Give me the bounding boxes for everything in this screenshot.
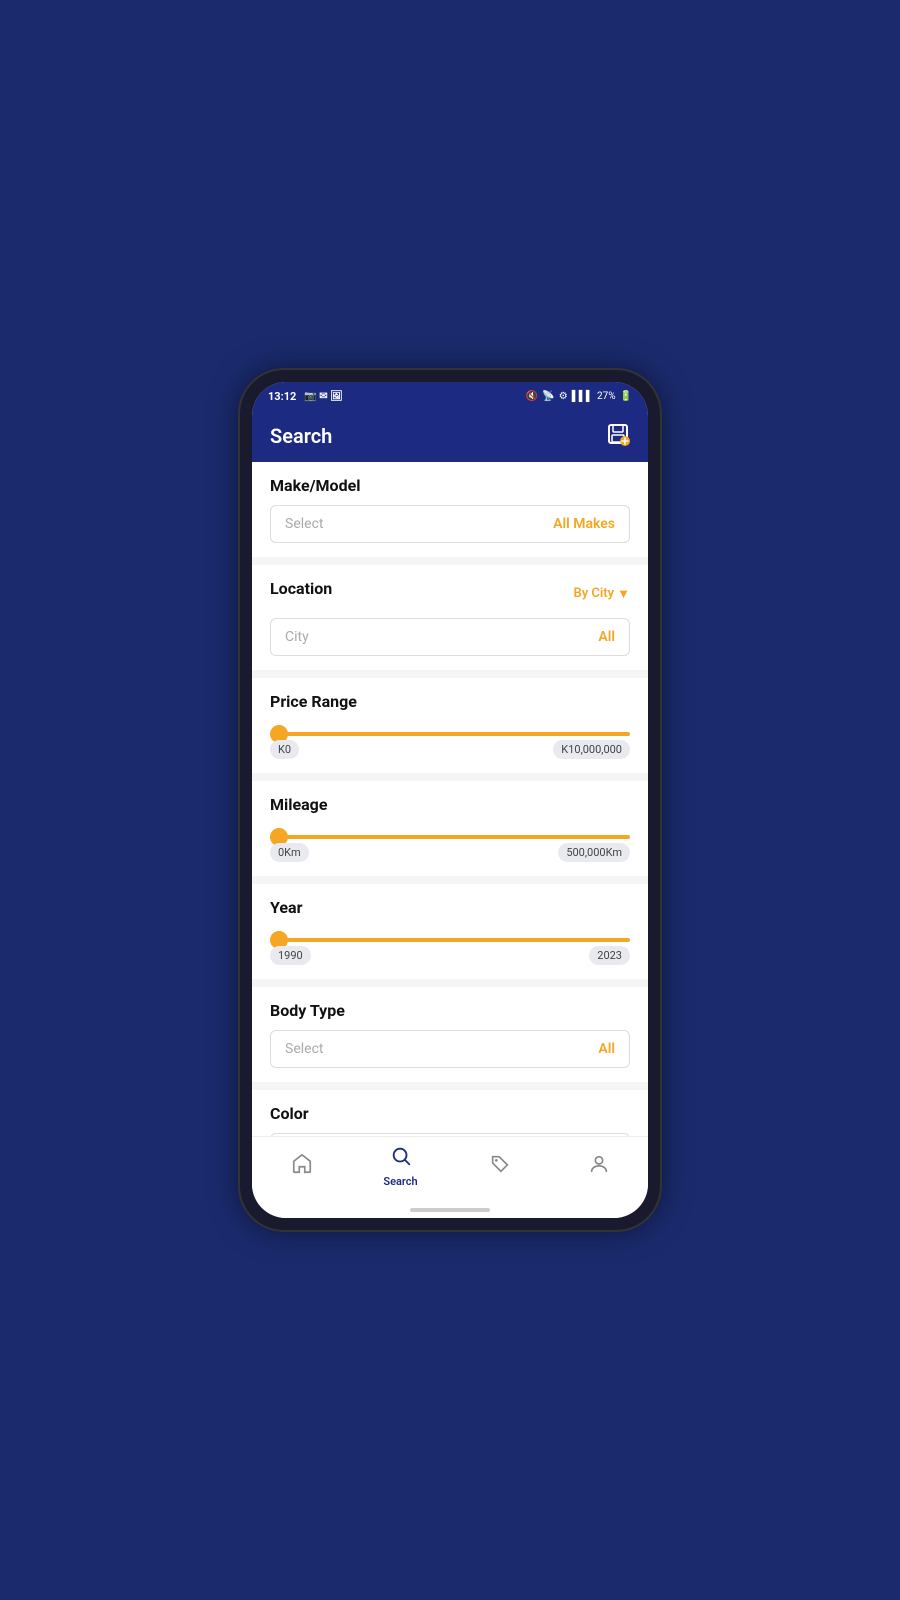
chevron-down-icon: ▼ (617, 586, 630, 602)
save-filter-icon[interactable] (606, 422, 630, 451)
price-range-title: Price Range (270, 692, 630, 711)
body-type-select[interactable]: Select All (270, 1030, 630, 1068)
color-title: Color (270, 1104, 630, 1123)
price-min-label: K0 (270, 740, 299, 759)
mileage-title: Mileage (270, 795, 630, 814)
city-select[interactable]: City All (270, 618, 630, 656)
body-type-placeholder: Select (285, 1041, 323, 1057)
location-section: Location By City ▼ City All (252, 565, 648, 670)
make-model-select[interactable]: Select All Makes (270, 505, 630, 543)
color-section: Color Select All (252, 1090, 648, 1136)
year-max-label: 2023 (589, 946, 630, 965)
status-icons: 🔇 📡 ⚙ ▌▌▌ 27% 🔋 (526, 391, 632, 402)
body-type-section: Body Type Select All (252, 987, 648, 1082)
mileage-slider-container: 0Km 500,000Km (270, 824, 630, 862)
status-time: 13:12 📷 ✉ 🖼 (268, 390, 343, 403)
search-icon (390, 1145, 412, 1172)
location-header: Location By City ▼ (270, 579, 630, 608)
home-bar (252, 1202, 648, 1218)
app-header: Search (252, 410, 648, 462)
price-range-section: Price Range K0 K10,000,000 (252, 678, 648, 773)
mileage-max-label: 500,000Km (558, 843, 630, 862)
make-model-placeholder: Select (285, 516, 323, 532)
mileage-min-slider[interactable] (270, 835, 630, 839)
year-title: Year (270, 898, 630, 917)
main-content: Make/Model Select All Makes Location By … (252, 462, 648, 1136)
price-min-slider[interactable] (270, 732, 630, 736)
year-min-slider[interactable] (270, 938, 630, 942)
search-nav-label: Search (383, 1175, 417, 1188)
make-model-section: Make/Model Select All Makes (252, 462, 648, 557)
nav-tags[interactable] (450, 1153, 549, 1180)
city-value: All (598, 629, 615, 645)
make-model-title: Make/Model (270, 476, 630, 495)
nav-profile[interactable] (549, 1153, 648, 1180)
body-type-title: Body Type (270, 1001, 630, 1020)
price-max-label: K10,000,000 (553, 740, 630, 759)
by-city-button[interactable]: By City ▼ (573, 586, 630, 602)
year-section: Year 1990 2023 (252, 884, 648, 979)
city-placeholder: City (285, 629, 309, 645)
mileage-min-label: 0Km (270, 843, 309, 862)
year-min-label: 1990 (270, 946, 311, 965)
mileage-section: Mileage 0Km 500,000Km (252, 781, 648, 876)
nav-search[interactable]: Search (351, 1145, 450, 1188)
person-icon (588, 1153, 610, 1180)
location-title: Location (270, 579, 332, 598)
home-bar-line (410, 1208, 490, 1212)
make-model-value: All Makes (553, 516, 615, 532)
page-title: Search (270, 424, 332, 448)
home-icon (291, 1153, 313, 1180)
price-range-slider-container: K0 K10,000,000 (270, 721, 630, 759)
year-slider-container: 1990 2023 (270, 927, 630, 965)
status-bar: 13:12 📷 ✉ 🖼 🔇 📡 ⚙ ▌▌▌ 27% 🔋 (252, 382, 648, 410)
bottom-nav: Search (252, 1136, 648, 1202)
nav-home[interactable] (252, 1153, 351, 1180)
tag-icon (489, 1153, 511, 1180)
body-type-value: All (598, 1041, 615, 1057)
